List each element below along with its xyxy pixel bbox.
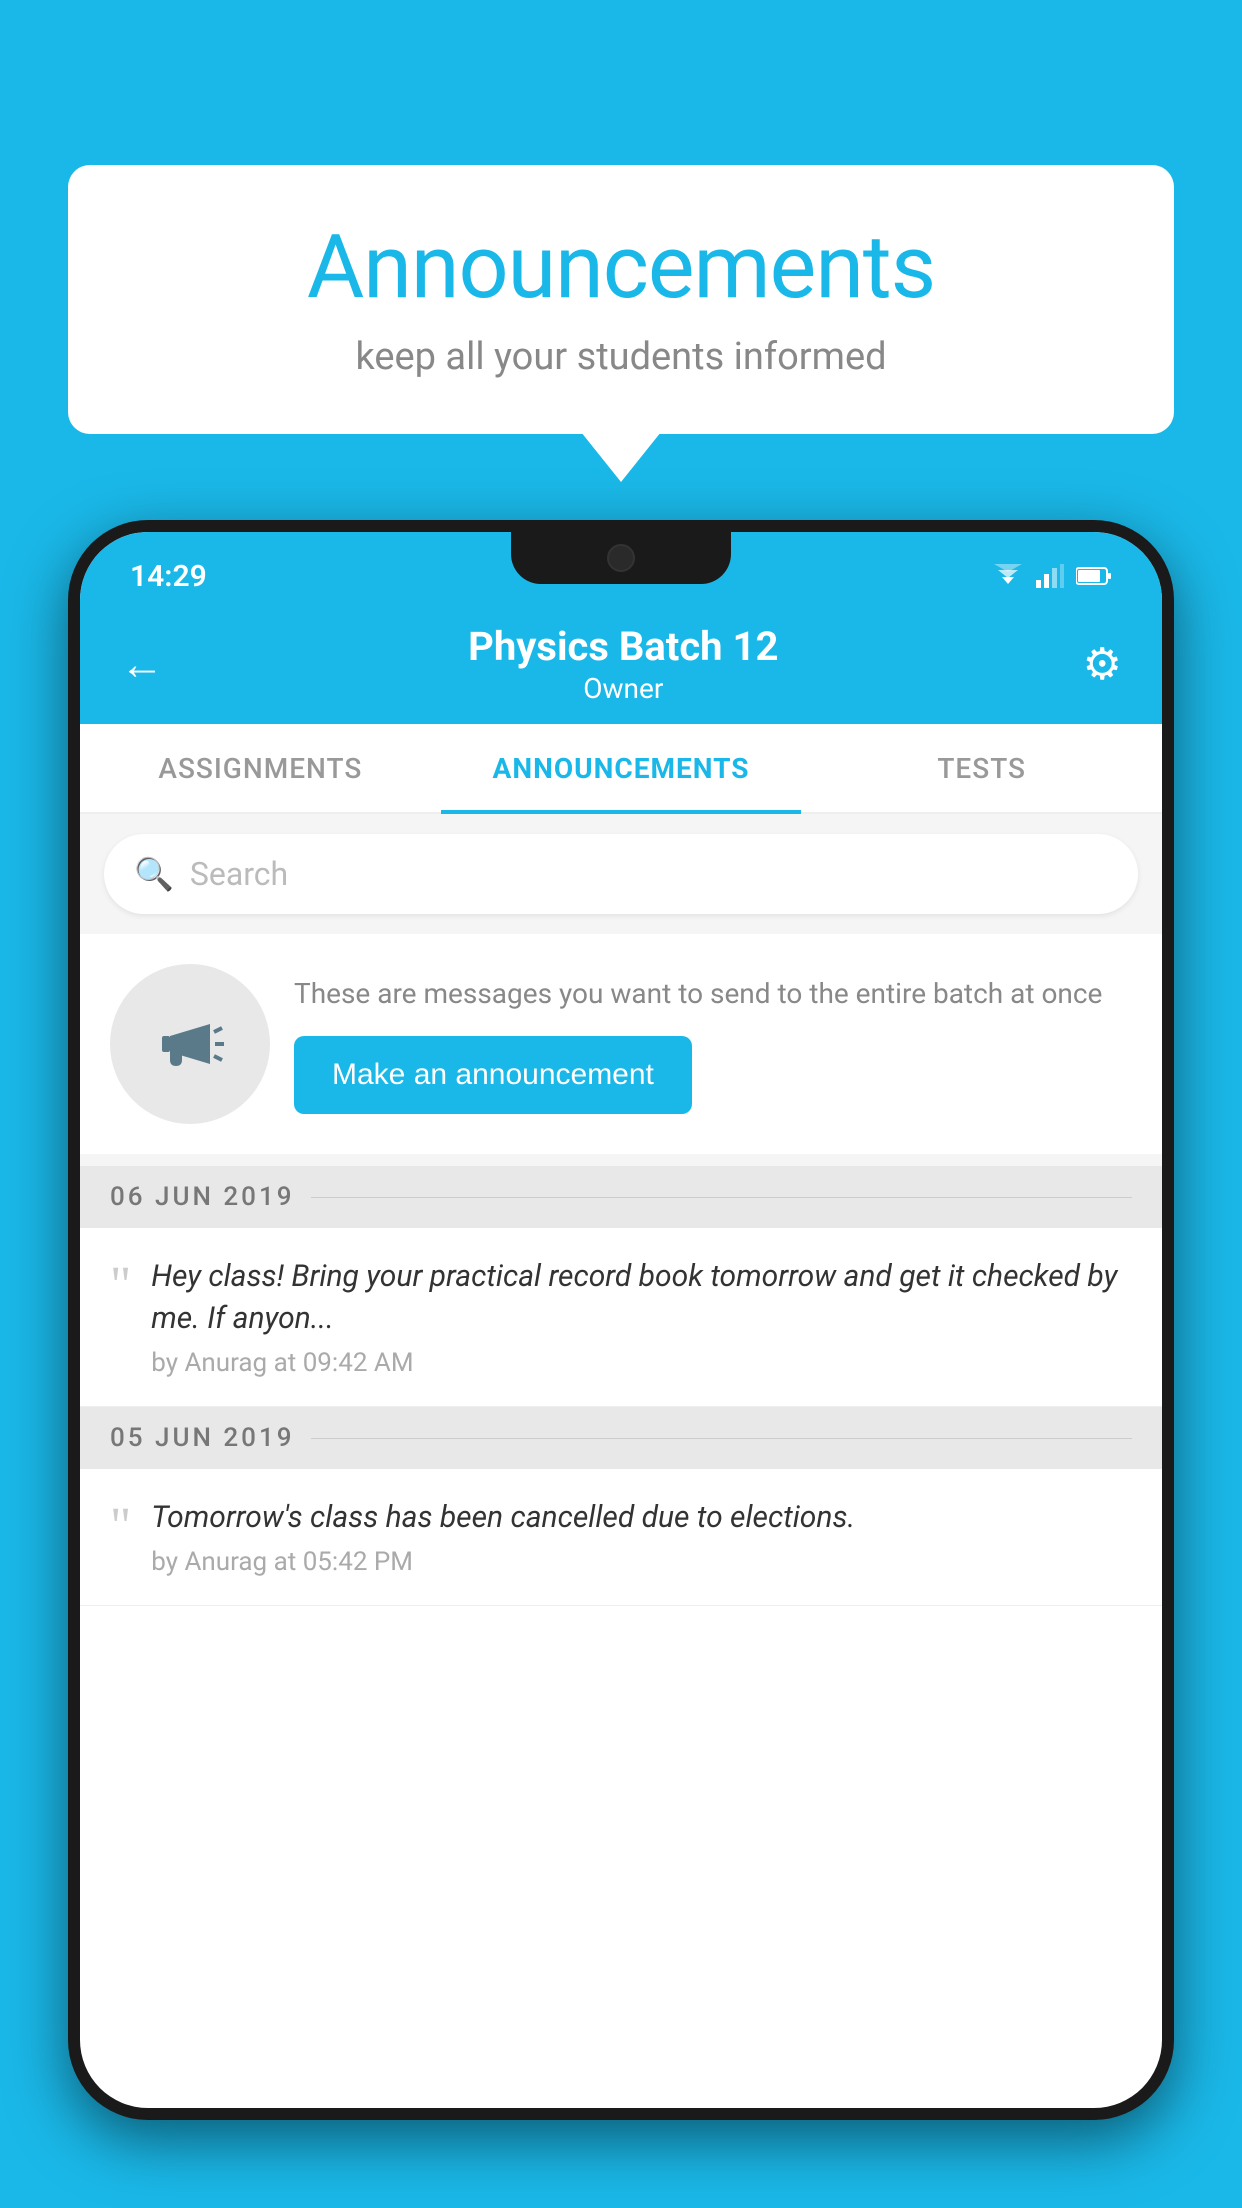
tabs-bar: ASSIGNMENTS ANNOUNCEMENTS TESTS	[80, 724, 1162, 814]
app-bar-title-group: Physics Batch 12 Owner	[164, 623, 1083, 705]
date-separator-line-2	[311, 1438, 1133, 1439]
announcement-icon-circle	[110, 964, 270, 1124]
phone-notch	[511, 532, 731, 584]
content-area: 🔍 Search	[80, 814, 1162, 1606]
announcement-item-2[interactable]: " Tomorrow's class has been cancelled du…	[80, 1469, 1162, 1606]
date-label-1: 06 JUN 2019	[110, 1182, 295, 1212]
search-placeholder: Search	[190, 855, 288, 893]
announcement-text-2: Tomorrow's class has been cancelled due …	[151, 1497, 855, 1539]
date-separator-1: 06 JUN 2019	[80, 1166, 1162, 1228]
phone-outer: 14:29	[68, 520, 1174, 2120]
date-separator-2: 05 JUN 2019	[80, 1407, 1162, 1469]
promo-right: These are messages you want to send to t…	[294, 974, 1132, 1113]
signal-icon	[1036, 564, 1064, 588]
phone-camera	[607, 544, 635, 572]
promo-card: These are messages you want to send to t…	[80, 934, 1162, 1154]
megaphone-icon	[150, 1004, 230, 1084]
status-icons	[992, 564, 1112, 588]
announcement-text-1: Hey class! Bring your practical record b…	[151, 1256, 1132, 1340]
phone-screen: 14:29	[80, 532, 1162, 2108]
search-bar[interactable]: 🔍 Search	[104, 834, 1138, 914]
settings-icon[interactable]: ⚙	[1083, 638, 1122, 690]
announcement-meta-2: by Anurag at 05:42 PM	[151, 1547, 855, 1577]
wifi-icon	[992, 564, 1024, 588]
phone-frame: 14:29	[68, 520, 1174, 2208]
speech-bubble: Announcements keep all your students inf…	[68, 165, 1174, 434]
announcement-content-1: Hey class! Bring your practical record b…	[151, 1256, 1132, 1378]
speech-bubble-container: Announcements keep all your students inf…	[68, 165, 1174, 434]
app-bar: ← Physics Batch 12 Owner ⚙	[80, 604, 1162, 724]
status-time: 14:29	[130, 559, 207, 594]
app-bar-title: Physics Batch 12	[164, 623, 1083, 670]
announcement-item-1[interactable]: " Hey class! Bring your practical record…	[80, 1228, 1162, 1407]
tab-announcements[interactable]: ANNOUNCEMENTS	[441, 724, 802, 812]
quote-icon-1: "	[110, 1260, 131, 1378]
quote-icon-2: "	[110, 1501, 131, 1577]
date-label-2: 05 JUN 2019	[110, 1423, 295, 1453]
make-announcement-button[interactable]: Make an announcement	[294, 1036, 692, 1114]
bubble-subtitle: keep all your students informed	[128, 335, 1114, 379]
search-icon: 🔍	[134, 855, 174, 893]
app-bar-subtitle: Owner	[164, 672, 1083, 705]
promo-description: These are messages you want to send to t…	[294, 974, 1132, 1013]
back-button[interactable]: ←	[120, 638, 164, 690]
announcement-meta-1: by Anurag at 09:42 AM	[151, 1348, 1132, 1378]
date-separator-line-1	[311, 1197, 1133, 1198]
battery-icon	[1076, 566, 1112, 586]
tab-assignments[interactable]: ASSIGNMENTS	[80, 724, 441, 812]
announcement-content-2: Tomorrow's class has been cancelled due …	[151, 1497, 855, 1577]
tab-tests[interactable]: TESTS	[801, 724, 1162, 812]
bubble-title: Announcements	[128, 220, 1114, 317]
